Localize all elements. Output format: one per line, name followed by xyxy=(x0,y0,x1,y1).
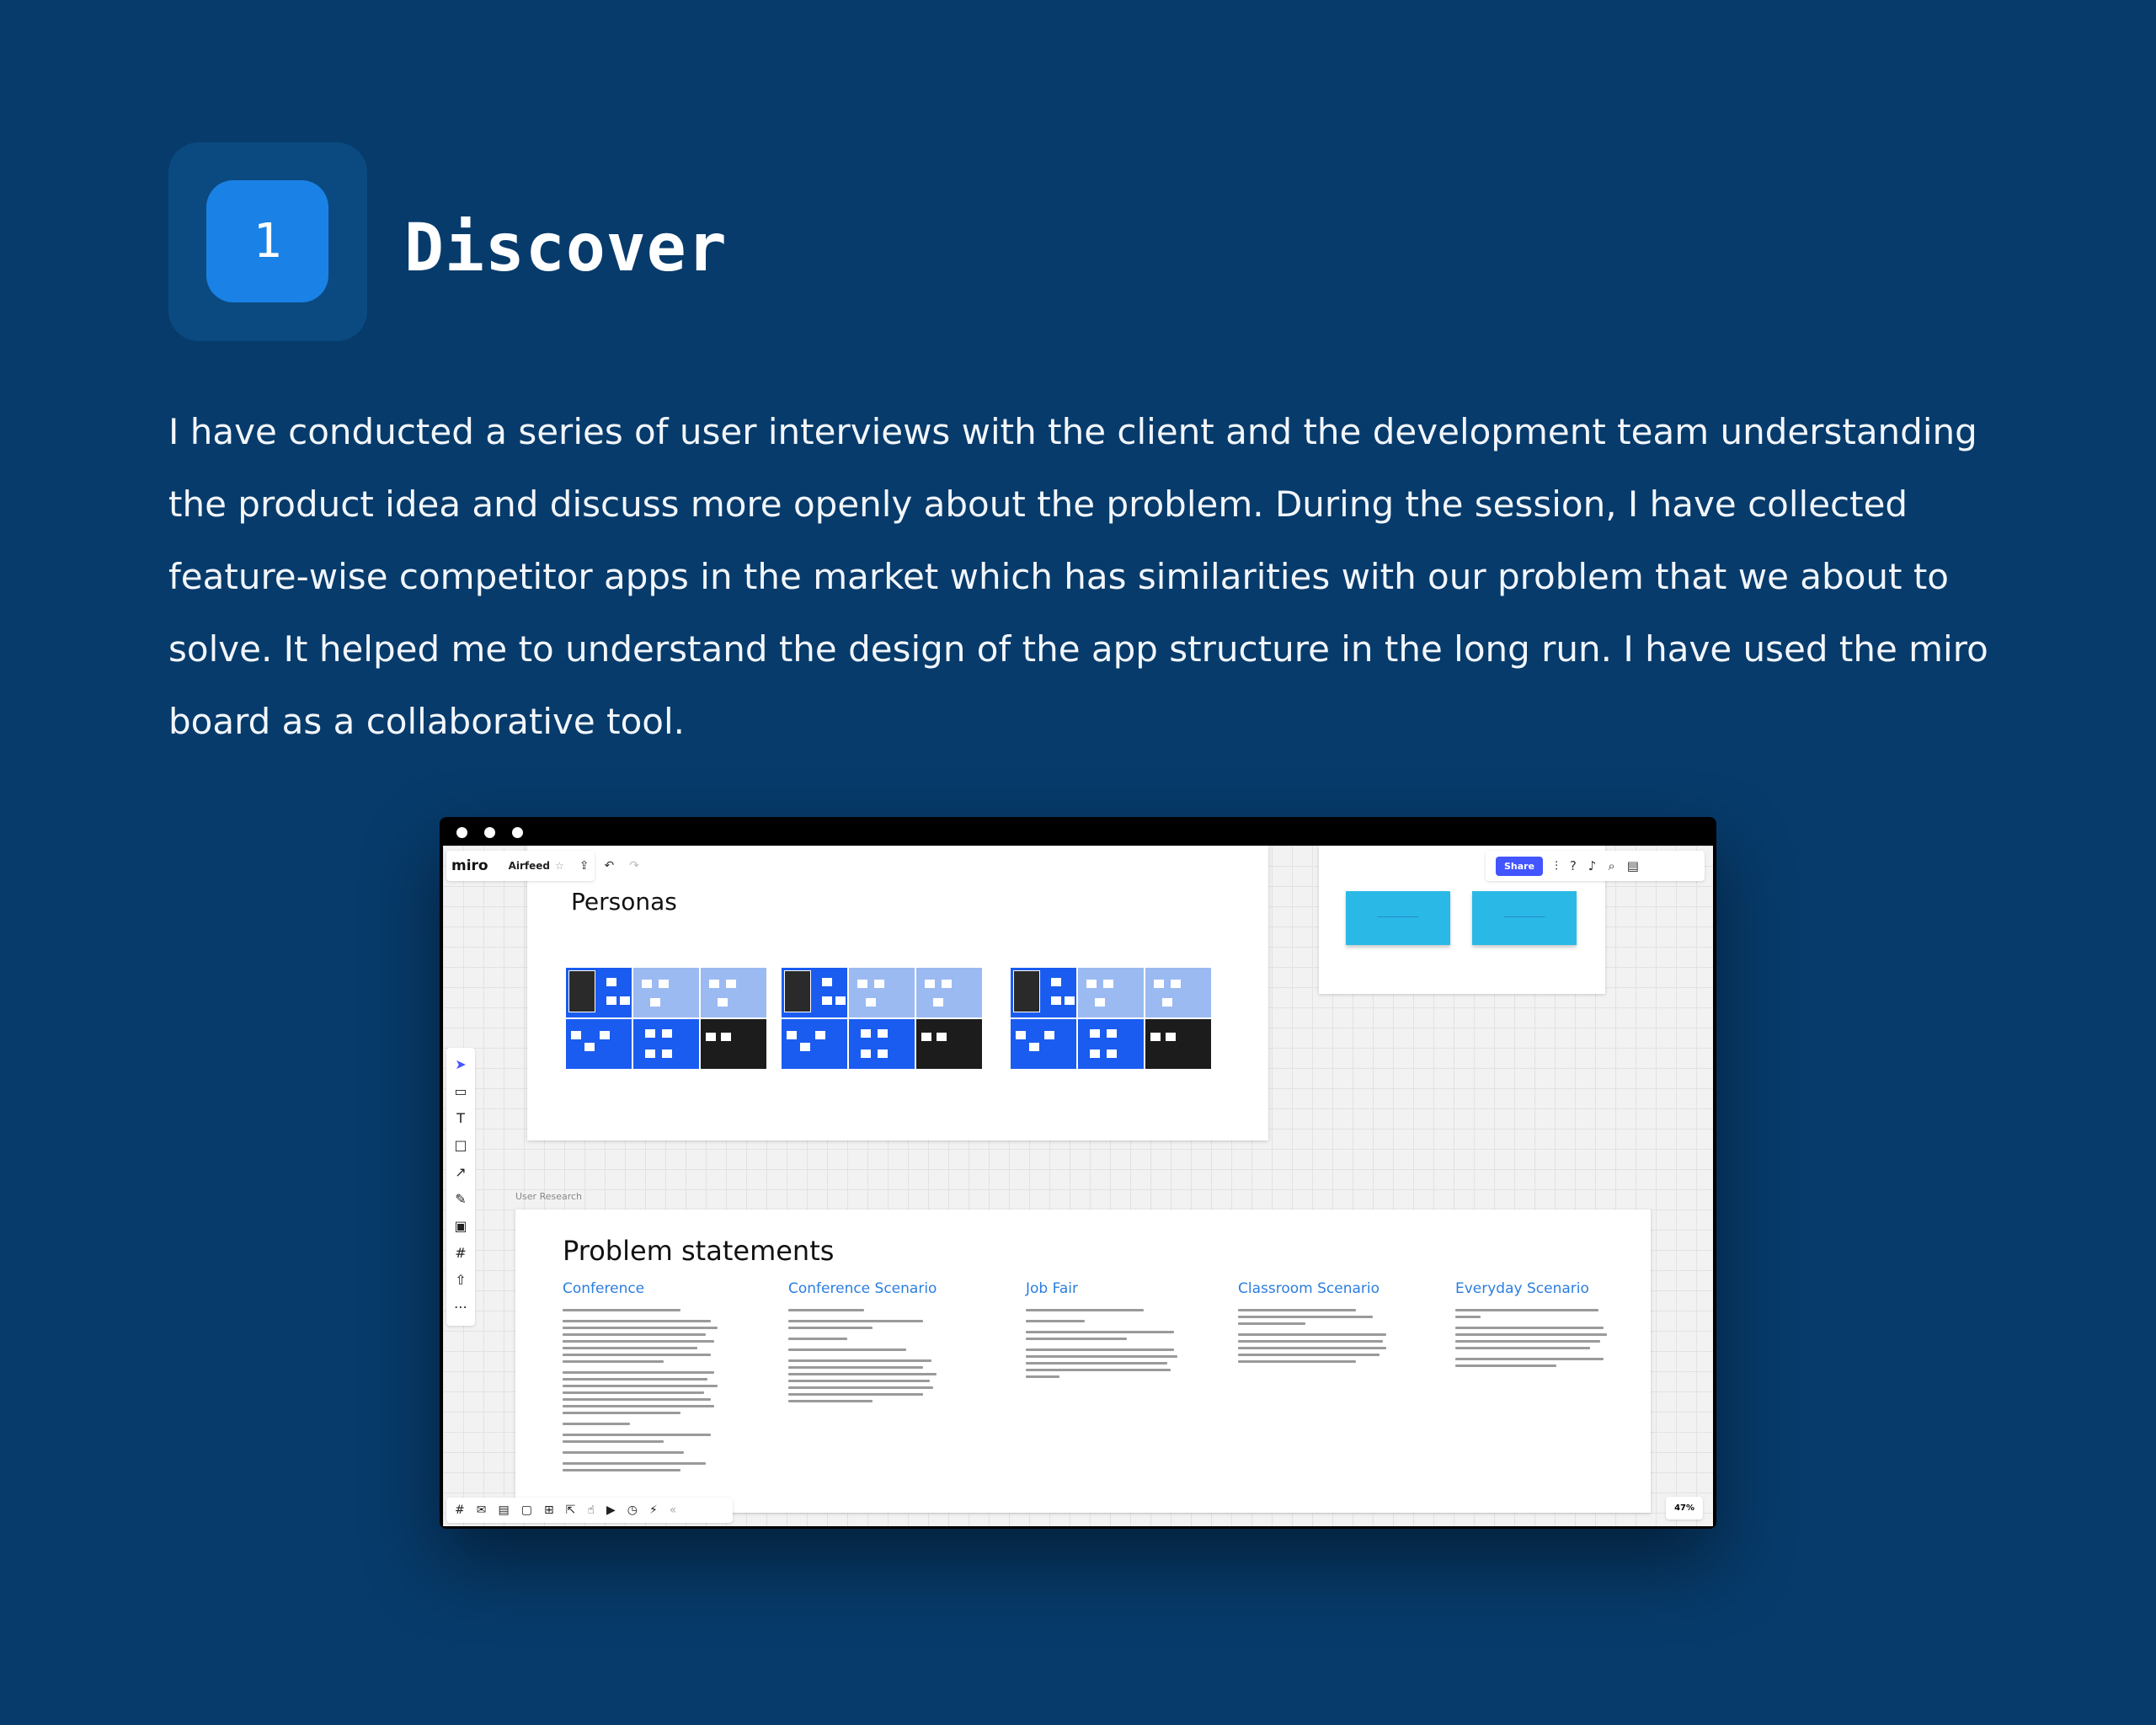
sticky-link[interactable]: ――――――― xyxy=(1346,913,1450,920)
templates-icon[interactable]: ▭ xyxy=(454,1083,467,1100)
board-name[interactable]: Airfeed xyxy=(509,860,550,872)
zoom-level[interactable]: 47% xyxy=(1666,1497,1703,1519)
star-icon[interactable]: ☆ xyxy=(555,860,564,872)
problem-column: Everyday Scenario xyxy=(1455,1280,1624,1367)
sticky-note[interactable]: ――――――― xyxy=(1346,891,1450,945)
persona-photo xyxy=(1013,970,1040,1012)
upload-tool-icon[interactable]: ⇧ xyxy=(455,1272,466,1289)
undo-icon[interactable]: ↶ xyxy=(605,859,615,873)
column-title: Job Fair xyxy=(1026,1280,1078,1297)
timer-icon[interactable]: ◷ xyxy=(627,1503,638,1517)
step-number: 1 xyxy=(206,180,328,302)
reactions-icon[interactable]: ☝ xyxy=(587,1503,595,1517)
persona-photo xyxy=(568,970,595,1012)
sticky-note[interactable]: ――――――― xyxy=(1472,891,1577,945)
intro-paragraph: I have conducted a series of user interv… xyxy=(168,411,1988,742)
frame-label: User Research xyxy=(515,1191,583,1202)
close-dot[interactable] xyxy=(456,827,467,838)
step-badge: 1 xyxy=(168,142,367,341)
notes-icon[interactable]: ▤ xyxy=(1627,858,1639,873)
share-button[interactable]: Share xyxy=(1496,856,1544,876)
column-title: Classroom Scenario xyxy=(1238,1280,1380,1297)
screen-share-icon[interactable]: ▢ xyxy=(521,1503,532,1517)
problem-statements-frame[interactable]: Problem statements Conference Conference… xyxy=(515,1210,1651,1513)
present-icon[interactable]: ⇱ xyxy=(566,1503,576,1517)
minimize-dot[interactable] xyxy=(484,827,495,838)
collapse-icon[interactable]: « xyxy=(670,1503,677,1517)
shape-tool-icon[interactable]: □ xyxy=(454,1137,467,1154)
chat-icon[interactable]: ▤ xyxy=(498,1503,509,1517)
bottom-toolbar: # ✉ ▤ ▢ ⊞ ⇱ ☝ ▶ ◷ ⚡ « xyxy=(446,1498,733,1523)
connector-tool-icon[interactable]: ↗ xyxy=(455,1164,466,1181)
frame-tool-icon[interactable]: # xyxy=(455,1245,466,1262)
comments-icon[interactable]: ✉ xyxy=(477,1503,487,1517)
board-actions: Share ⫶ ? ♪ ⌕ ▤ xyxy=(1486,851,1705,881)
maximize-dot[interactable] xyxy=(512,827,523,838)
browser-window: Personas ――――――― ――――――― User Research P… xyxy=(440,817,1716,1529)
pen-tool-icon[interactable]: ✎ xyxy=(455,1191,466,1208)
sticky-link[interactable]: ――――――― xyxy=(1472,913,1577,920)
section-title: Discover xyxy=(404,211,728,286)
redo-icon[interactable]: ↷ xyxy=(629,859,639,873)
settings-sliders-icon[interactable]: ⫶ xyxy=(1555,858,1558,873)
persona-board[interactable] xyxy=(1011,968,1211,1069)
miro-logo[interactable]: miro xyxy=(451,857,488,874)
comment-tool-icon[interactable]: ▣ xyxy=(454,1218,467,1235)
problem-column: Classroom Scenario xyxy=(1238,1280,1406,1363)
column-title: Conference Scenario xyxy=(788,1280,937,1297)
help-icon[interactable]: ? xyxy=(1570,858,1577,873)
board-header: miro Airfeed ☆ ⇪ ↶ ↷ xyxy=(446,851,639,881)
problems-title: Problem statements xyxy=(563,1235,835,1267)
problem-column: Job Fair xyxy=(1026,1280,1194,1378)
bell-icon[interactable]: ♪ xyxy=(1588,858,1597,873)
persona-photo xyxy=(784,970,811,1012)
persona-board[interactable] xyxy=(566,968,766,1069)
personas-frame[interactable]: Personas xyxy=(527,846,1268,1140)
tools-toolbar: ➤ ▭ T □ ↗ ✎ ▣ # ⇧ ⋯ xyxy=(446,1048,475,1326)
more-tools-icon[interactable]: ⋯ xyxy=(454,1299,467,1316)
export-icon[interactable]: ⇪ xyxy=(579,859,590,873)
problem-column: Conference xyxy=(563,1280,731,1471)
cards-icon[interactable]: ⊞ xyxy=(544,1503,554,1517)
select-cursor-icon[interactable]: ➤ xyxy=(455,1056,466,1073)
search-icon[interactable]: ⌕ xyxy=(1608,858,1614,873)
activity-icon[interactable]: ⚡ xyxy=(649,1503,658,1517)
text-tool-icon[interactable]: T xyxy=(456,1110,465,1127)
frames-icon[interactable]: # xyxy=(455,1503,465,1517)
persona-board[interactable] xyxy=(782,968,982,1069)
problem-column: Conference Scenario xyxy=(788,1280,957,1402)
column-title: Everyday Scenario xyxy=(1455,1280,1589,1297)
video-call-icon[interactable]: ▶ xyxy=(606,1503,616,1517)
miro-canvas[interactable]: Personas ――――――― ――――――― User Research P… xyxy=(443,846,1713,1526)
window-controls xyxy=(456,827,523,838)
personas-title: Personas xyxy=(571,888,677,916)
column-title: Conference xyxy=(563,1280,645,1297)
